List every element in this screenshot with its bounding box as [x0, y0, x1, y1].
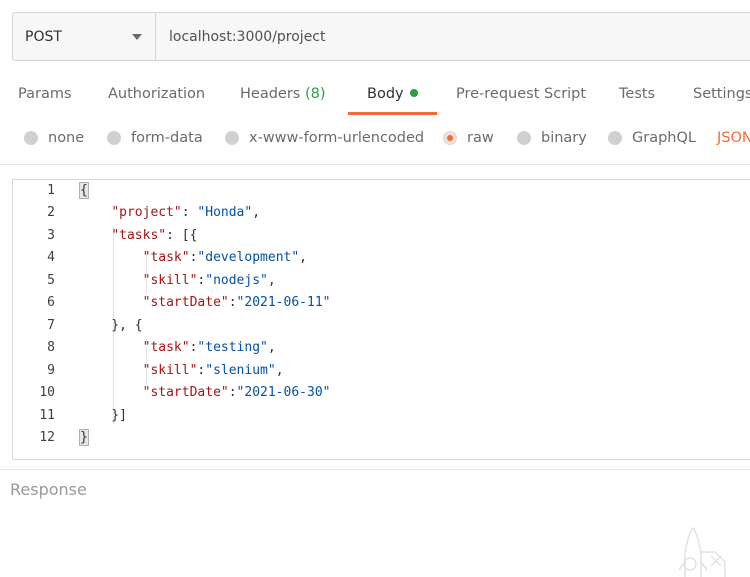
tab-authorization[interactable]: Authorization: [108, 84, 205, 114]
code-line: "task":"development",: [142, 250, 307, 265]
chevron-down-icon: [132, 34, 142, 40]
tab-headers-label: Headers: [240, 86, 301, 102]
line-number: 2: [47, 205, 55, 220]
divider: [0, 469, 750, 470]
rocket-illustration-icon: [678, 526, 726, 577]
line-number: 4: [47, 250, 55, 265]
tab-pre-request-script-label: Pre-request Script: [456, 86, 587, 102]
radio-icon[interactable]: [225, 131, 239, 145]
response-title: Response: [10, 480, 87, 499]
code-line: "startDate":"2021-06-11": [142, 295, 331, 310]
active-tab-indicator: [348, 112, 437, 115]
code-line: {: [79, 182, 89, 199]
method-label: POST: [25, 28, 62, 45]
tab-body-label: Body: [367, 86, 404, 102]
headers-count-badge: (8): [304, 86, 326, 102]
radio-icon[interactable]: [608, 131, 622, 145]
radio-icon[interactable]: [107, 131, 121, 145]
line-number: 7: [47, 318, 55, 333]
line-number: 8: [47, 340, 55, 355]
line-number: 3: [47, 228, 55, 243]
line-number: 9: [47, 363, 55, 378]
code-line: "project": "Honda",: [111, 205, 261, 220]
tab-params-label: Params: [18, 86, 72, 102]
tab-settings[interactable]: Settings: [693, 84, 750, 114]
code-line: "skill":"slenium",: [142, 363, 284, 378]
mode-form-data[interactable]: form-data: [107, 130, 203, 146]
line-number: 10: [39, 385, 55, 400]
line-number-gutter: 1 2 3 4 5 6 7 8 9 10 11 12: [13, 180, 67, 459]
format-select-json[interactable]: JSON: [717, 130, 750, 146]
code-line: "task":"testing",: [142, 340, 276, 355]
radio-icon[interactable]: [517, 131, 531, 145]
url-input[interactable]: localhost:3000/project: [156, 13, 750, 60]
line-number: 5: [47, 273, 55, 288]
radio-icon[interactable]: [24, 131, 38, 145]
mode-binary-label: binary: [541, 130, 587, 146]
tab-tests[interactable]: Tests: [619, 84, 655, 114]
green-dot-icon: [409, 89, 418, 97]
code-line: "skill":"nodejs",: [142, 273, 276, 288]
tab-authorization-label: Authorization: [108, 86, 206, 102]
method-select[interactable]: POST: [13, 13, 156, 60]
tab-body[interactable]: Body: [367, 84, 418, 114]
mode-x-www-form-urlencoded[interactable]: x-www-form-urlencoded: [225, 130, 424, 146]
mode-binary[interactable]: binary: [517, 130, 587, 146]
mode-urlencoded-label: x-www-form-urlencoded: [249, 130, 425, 146]
code-line: "startDate":"2021-06-30": [142, 385, 331, 400]
body-code-editor[interactable]: 1 2 3 4 5 6 7 8 9 10 11 12 { "project": …: [12, 179, 750, 460]
tab-params[interactable]: Params: [18, 84, 72, 114]
mode-none-label: none: [48, 130, 85, 146]
line-number: 11: [39, 408, 55, 423]
body-mode-selector: none form-data x-www-form-urlencoded raw…: [0, 130, 750, 152]
mode-none[interactable]: none: [24, 130, 84, 146]
tab-headers[interactable]: Headers (8): [240, 84, 326, 114]
line-number: 12: [39, 430, 55, 445]
code-line: "tasks": [{: [111, 228, 198, 243]
mode-form-data-label: form-data: [131, 130, 203, 146]
tab-pre-request-script[interactable]: Pre-request Script: [456, 84, 586, 114]
radio-selected-icon[interactable]: [443, 131, 457, 145]
code-line: }]: [80, 408, 127, 423]
mode-raw[interactable]: raw: [443, 130, 494, 146]
request-url-bar: POST localhost:3000/project: [12, 12, 750, 61]
divider: [0, 164, 750, 165]
tab-tests-label: Tests: [619, 86, 656, 102]
line-number: 6: [47, 295, 55, 310]
code-line: }: [79, 429, 89, 446]
mode-graphql[interactable]: GraphQL: [608, 130, 696, 146]
tab-settings-label: Settings: [693, 86, 750, 102]
line-number: 1: [47, 183, 55, 198]
mode-raw-label: raw: [467, 130, 494, 146]
mode-graphql-label: GraphQL: [632, 130, 696, 146]
code-line: }, {: [80, 318, 143, 333]
